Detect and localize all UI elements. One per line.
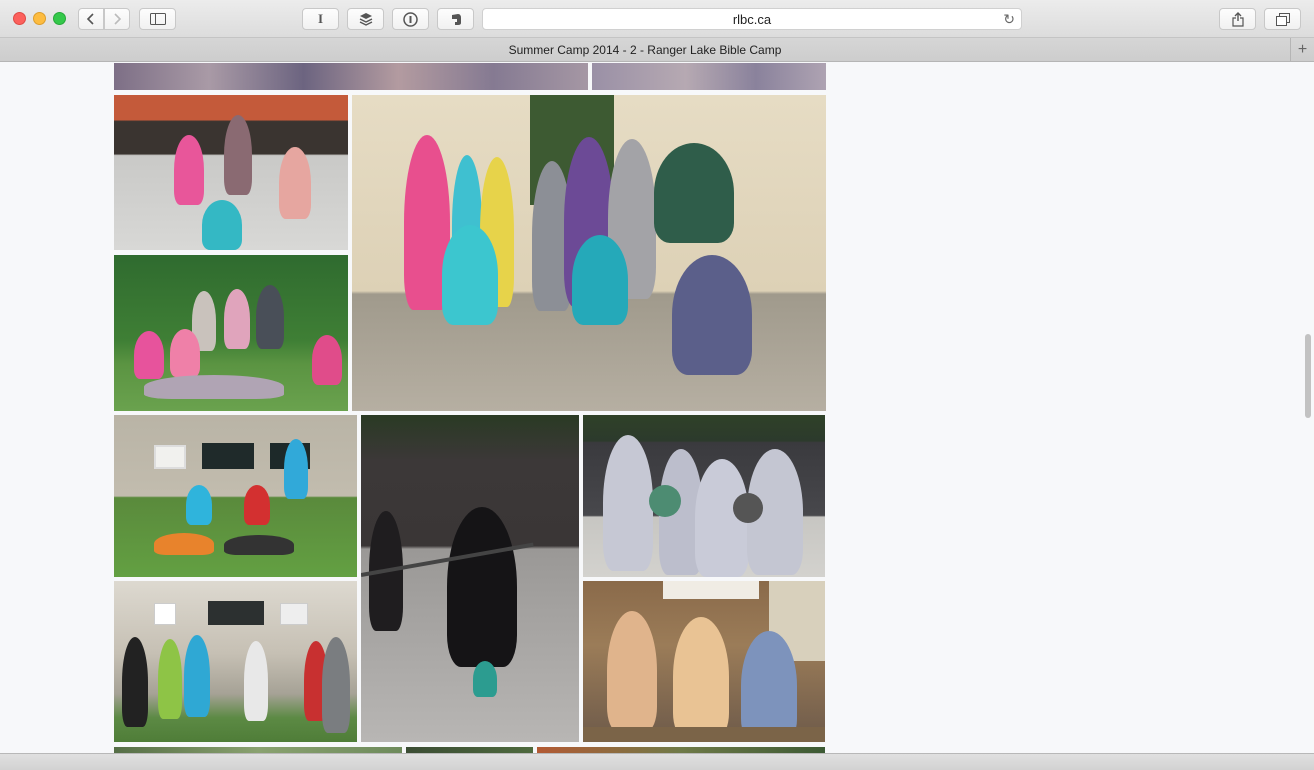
elephant-icon <box>451 14 461 25</box>
chevron-right-icon <box>114 13 122 25</box>
sidebar-toggle-button[interactable] <box>139 8 176 30</box>
tab-active[interactable]: Summer Camp 2014 - 2 - Ranger Lake Bible… <box>0 43 1290 57</box>
url-text: rlbc.ca <box>732 11 772 27</box>
sidebar-icon <box>149 13 166 25</box>
password-manager-button[interactable] <box>392 8 429 30</box>
browser-window: I rlbc.ca ↻ Summer Camp 2014 - 2 - Range… <box>0 0 1314 770</box>
share-button[interactable] <box>1219 8 1256 30</box>
show-all-tabs-button[interactable] <box>1264 8 1301 30</box>
share-icon <box>1231 11 1244 27</box>
new-tab-button[interactable]: + <box>1290 38 1314 62</box>
chevron-left-icon <box>86 13 94 25</box>
status-bar <box>0 753 1314 770</box>
evernote-button[interactable] <box>437 8 474 30</box>
girls-group-wall-photo[interactable] <box>352 95 826 411</box>
girls-group-grass-photo[interactable] <box>114 255 348 411</box>
layers-icon <box>359 13 372 26</box>
reader-icon: I <box>317 11 324 26</box>
tabs-icon <box>1275 12 1290 26</box>
boys-basketball-photo[interactable] <box>583 415 825 577</box>
lake-water-photo-left[interactable] <box>114 63 588 90</box>
girl-floor-hockey-photo[interactable] <box>361 415 579 742</box>
vertical-scrollbar-thumb[interactable] <box>1305 334 1311 418</box>
girls-hockey-rink-photo[interactable] <box>114 95 348 250</box>
close-window-button[interactable] <box>13 12 26 25</box>
maximize-window-button[interactable] <box>53 12 66 25</box>
address-bar[interactable]: rlbc.ca ↻ <box>482 8 1022 30</box>
reload-icon[interactable]: ↻ <box>1003 11 1015 28</box>
reader-button[interactable]: I <box>302 8 339 30</box>
boys-rock-photo[interactable] <box>114 581 357 742</box>
page-content <box>0 63 1314 753</box>
keyhole-icon <box>403 11 418 27</box>
boys-group-building-photo[interactable] <box>114 415 357 577</box>
browser-toolbar: I rlbc.ca ↻ <box>0 0 1314 38</box>
three-girls-table-photo[interactable] <box>583 581 825 742</box>
lake-water-photo-right[interactable] <box>592 63 826 90</box>
forward-button[interactable] <box>104 8 130 30</box>
back-button[interactable] <box>78 8 104 30</box>
buffer-extension-button[interactable] <box>347 8 384 30</box>
minimize-window-button[interactable] <box>33 12 46 25</box>
tab-bar: Summer Camp 2014 - 2 - Ranger Lake Bible… <box>0 38 1314 62</box>
